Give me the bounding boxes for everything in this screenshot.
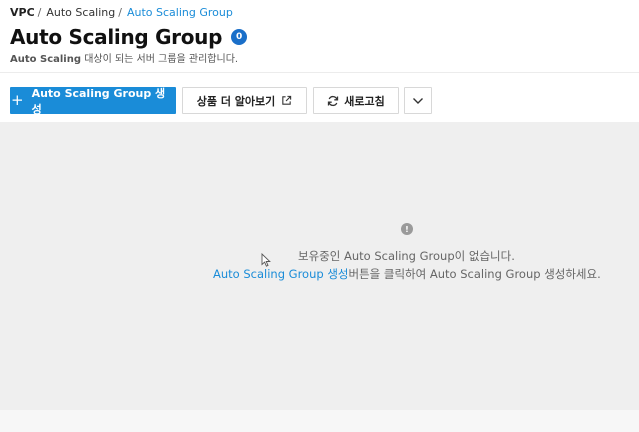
refresh-label: 새로고침 [344,94,385,108]
info-icon: ! [401,223,413,235]
breadcrumb-current[interactable]: Auto Scaling Group [127,6,233,19]
title-row: Auto Scaling Group 0 [10,25,248,49]
chevron-down-icon [413,97,423,104]
empty-message: 보유중인 Auto Scaling Group이 없습니다. [298,249,515,263]
plus-icon: + [11,91,24,109]
toolbar: + Auto Scaling Group 생성 상품 더 알아보기 새로고침 [0,72,639,122]
learn-more-label: 상품 더 알아보기 [196,94,276,108]
create-asg-label: Auto Scaling Group 생성 [31,86,166,116]
breadcrumb-separator: / [37,6,42,19]
breadcrumb-separator: / [118,6,122,19]
create-asg-button[interactable]: + Auto Scaling Group 생성 [10,86,176,116]
page-subtitle: Auto Scaling 대상이 되는 서버 그룹을 관리합니다. [10,50,238,65]
refresh-button[interactable]: 새로고침 [313,87,399,114]
content-area: ! 보유중인 Auto Scaling Group이 없습니다. Auto Sc… [0,122,639,410]
empty-hint: Auto Scaling Group 생성버튼을 클릭하여 Auto Scali… [213,266,601,282]
breadcrumb: VPC / Auto Scaling / Auto Scaling Group [10,6,233,19]
page-title: Auto Scaling Group [10,25,223,49]
page: VPC / Auto Scaling / Auto Scaling Group … [0,0,639,432]
refresh-icon [328,95,339,106]
empty-hint-text: 버튼을 클릭하여 Auto Scaling Group 생성하세요. [348,267,601,281]
mouse-cursor-icon [261,253,271,267]
breadcrumb-vpc[interactable]: VPC [10,6,35,19]
more-dropdown-button[interactable] [404,87,432,114]
bottom-strip [0,410,639,432]
subtitle-text: 대상이 되는 서버 그룹을 관리합니다. [81,54,239,65]
breadcrumb-auto-scaling[interactable]: Auto Scaling [46,6,115,19]
external-link-icon [282,95,292,105]
count-badge: 0 [231,29,248,45]
learn-more-button[interactable]: 상품 더 알아보기 [182,87,307,114]
subtitle-strong: Auto Scaling [10,54,82,65]
create-asg-link[interactable]: Auto Scaling Group 생성 [213,267,349,281]
